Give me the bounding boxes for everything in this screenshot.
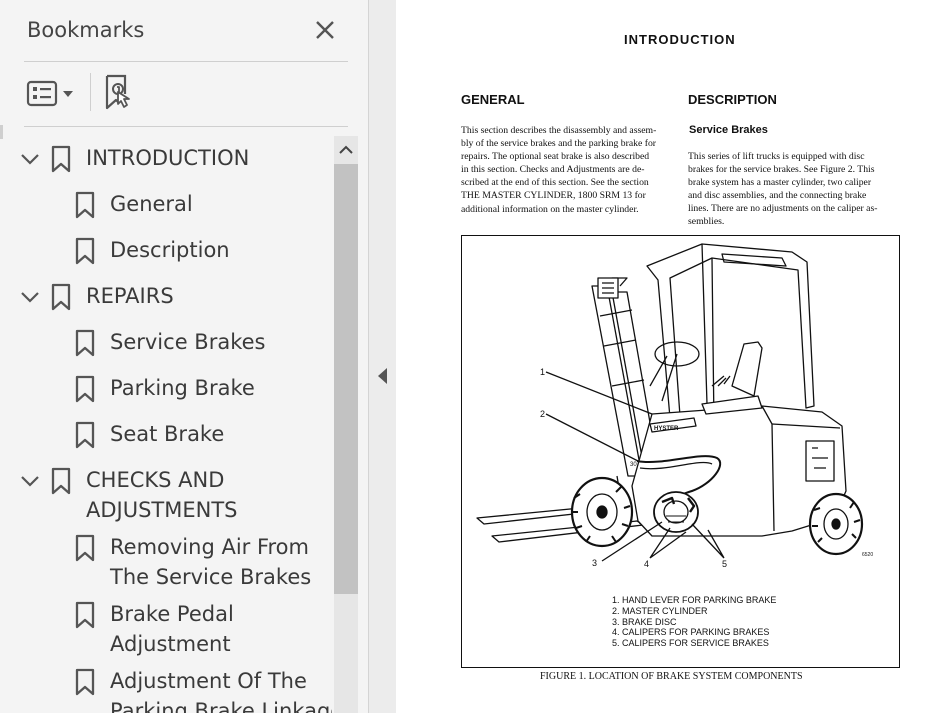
bookmark-label: CHECKS AND ADJUSTMENTS bbox=[86, 468, 238, 522]
general-text-line: bly of the service brakes and the parkin… bbox=[461, 138, 657, 150]
service-text-line: This series of lift trucks is equipped w… bbox=[688, 151, 865, 162]
service-text-line: and disc assemblies, and the connecting … bbox=[688, 190, 867, 202]
bookmark-tree: INTRODUCTION General Description REPAIRS Ser… bbox=[0, 136, 332, 713]
scroll-thumb[interactable] bbox=[334, 164, 358, 594]
bookmark-icon bbox=[75, 375, 95, 403]
hyster-badge-text: HYSTER bbox=[654, 426, 679, 432]
bookmark-item-8[interactable]: Removing Air From The Service Brakes bbox=[0, 532, 332, 599]
callout-5: 5 bbox=[722, 559, 727, 569]
general-text-line: scribed at the end of this section. See … bbox=[461, 177, 649, 189]
forklift-illustration: 1 2 3 4 5 HYSTER 30 6520 bbox=[476, 243, 873, 569]
bookmark-item-2[interactable]: Description bbox=[0, 235, 332, 281]
legend-item-line: 1. HAND LEVER FOR PARKING BRAKE bbox=[612, 595, 777, 605]
bookmark-scrollbar[interactable] bbox=[334, 136, 358, 713]
bookmark-icon bbox=[75, 237, 95, 265]
general-text-line: in this section. Checks and Adjustments … bbox=[461, 164, 645, 176]
scroll-up-button[interactable] bbox=[334, 136, 358, 162]
toolbar-separator bbox=[90, 73, 91, 111]
general-text-line: repairs. The optional seat brake is also… bbox=[461, 151, 650, 163]
bookmark-options-icon bbox=[26, 80, 73, 107]
service-text-line: semblies. bbox=[688, 216, 725, 228]
panel-splitter[interactable] bbox=[368, 0, 396, 713]
general-text-line: THE MASTER CYLINDER, 1800 SRM 13 for bbox=[461, 190, 646, 202]
chevron-up-icon bbox=[339, 145, 353, 154]
bookmark-label: Parking Brake bbox=[110, 376, 255, 400]
triangle-left-icon bbox=[378, 368, 387, 384]
figure-legend: 1. HAND LEVER FOR PARKING BRAKE 2. MASTER… bbox=[612, 595, 776, 649]
bookmark-icon bbox=[75, 601, 95, 629]
bookmark-label: INTRODUCTION bbox=[86, 146, 250, 170]
chevron-down-icon[interactable] bbox=[19, 286, 41, 308]
general-paragraph: This section describes the disassembly a… bbox=[461, 124, 674, 216]
figure-caption: FIGURE 1. LOCATION OF BRAKE SYSTEM COMPO… bbox=[540, 671, 803, 682]
service-brakes-heading: Service Brakes bbox=[689, 124, 768, 136]
service-brakes-paragraph: This series of lift trucks is equipped w… bbox=[688, 150, 900, 229]
bookmark-label: Description bbox=[110, 238, 230, 262]
new-bookmark-icon bbox=[105, 74, 130, 110]
callout-3: 3 bbox=[592, 558, 597, 568]
bookmark-icon bbox=[75, 421, 95, 449]
legend-item-line: 3. BRAKE DISC bbox=[612, 616, 677, 627]
general-text-line: additional information on the master cyl… bbox=[461, 203, 639, 215]
service-text-line: brakes for the service brakes. See Figur… bbox=[688, 164, 875, 176]
bookmark-item-9[interactable]: Brake Pedal Adjustment bbox=[0, 599, 332, 666]
chevron-down-icon[interactable] bbox=[19, 470, 41, 492]
bookmark-label: Service Brakes bbox=[110, 330, 266, 354]
bookmark-label: General bbox=[110, 192, 193, 216]
bookmark-icon bbox=[75, 329, 95, 357]
bookmark-item-6[interactable]: Seat Brake bbox=[0, 419, 332, 465]
legend-item-line: 5. CALIPERS FOR SERVICE BRAKES bbox=[612, 638, 769, 649]
document-page: INTRODUCTION GENERAL DESCRIPTION This se… bbox=[397, 0, 944, 713]
service-text-line: lines. There are no adjustments on the c… bbox=[688, 203, 878, 215]
general-heading: GENERAL bbox=[461, 92, 525, 107]
general-text-line: This section describes the disassembly a… bbox=[461, 125, 657, 136]
callout-1: 1 bbox=[540, 367, 545, 377]
chevron-down-icon[interactable] bbox=[19, 148, 41, 170]
bookmark-icon bbox=[51, 145, 71, 173]
capacity-label: 30 bbox=[630, 462, 637, 468]
bookmark-item-1[interactable]: General bbox=[0, 189, 332, 235]
bookmark-section-0[interactable]: INTRODUCTION bbox=[0, 143, 332, 189]
legend-item-line: 4. CALIPERS FOR PARKING BRAKES bbox=[612, 627, 770, 638]
bookmark-label: REPAIRS bbox=[86, 284, 174, 308]
bookmark-icon bbox=[75, 668, 95, 696]
bookmark-item-5[interactable]: Parking Brake bbox=[0, 373, 332, 419]
service-text-line: brake system has a master cylinder, two … bbox=[688, 177, 872, 189]
description-heading: DESCRIPTION bbox=[688, 92, 777, 107]
collapse-panel-button[interactable] bbox=[377, 367, 389, 385]
toolbar-divider bbox=[24, 126, 348, 127]
bookmark-icon bbox=[75, 534, 95, 562]
legend-item-line: 2. MASTER CYLINDER bbox=[612, 605, 708, 616]
bookmark-section-3[interactable]: REPAIRS bbox=[0, 281, 332, 327]
close-icon bbox=[316, 21, 334, 39]
bookmark-label: Brake Pedal Adjustment bbox=[110, 602, 234, 656]
close-panel-button[interactable] bbox=[312, 17, 338, 43]
bookmark-icon bbox=[51, 283, 71, 311]
panel-title: Bookmarks bbox=[27, 18, 145, 42]
bookmark-item-10[interactable]: Adjustment Of The Parking Brake Linkage bbox=[0, 666, 332, 713]
bookmark-label: Seat Brake bbox=[110, 422, 225, 446]
bookmarks-panel: Bookmarks INTRODUCTION General Description… bbox=[0, 0, 368, 713]
image-code: 6520 bbox=[862, 552, 873, 558]
new-bookmark-button[interactable] bbox=[104, 74, 138, 112]
bookmark-icon bbox=[51, 467, 71, 495]
page-title: INTRODUCTION bbox=[624, 32, 736, 47]
bookmark-section-7[interactable]: CHECKS AND ADJUSTMENTS bbox=[0, 465, 332, 532]
header-divider bbox=[24, 61, 348, 62]
callout-2: 2 bbox=[540, 409, 545, 419]
callout-4: 4 bbox=[644, 559, 649, 569]
bookmark-label: Removing Air From The Service Brakes bbox=[110, 535, 312, 589]
bookmark-item-4[interactable]: Service Brakes bbox=[0, 327, 332, 373]
bookmark-icon bbox=[75, 191, 95, 219]
bookmark-label: Adjustment Of The Parking Brake Linkage bbox=[110, 669, 332, 713]
bookmark-options-button[interactable] bbox=[26, 78, 76, 110]
